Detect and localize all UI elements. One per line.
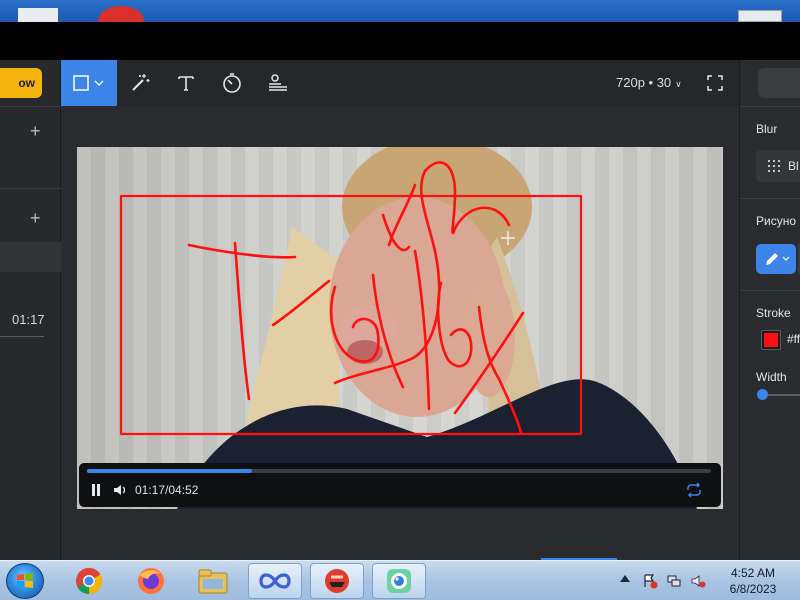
blur-option-label: Bl: [788, 159, 799, 173]
bandwidth-app-taskbar-button[interactable]: [310, 563, 364, 599]
drawing-section-title: Рисуно: [756, 214, 797, 228]
firefox-icon: [138, 568, 164, 594]
video-frame[interactable]: 01:17/04:52: [77, 147, 723, 509]
volume-icon[interactable]: [113, 483, 129, 497]
infinity-icon: [259, 573, 291, 589]
current-time: 01:17: [12, 312, 45, 327]
pause-icon[interactable]: [91, 483, 101, 497]
time-underline: [0, 336, 44, 337]
adjust-tool-button[interactable]: [255, 60, 301, 106]
taskbar: 4:52 AM 6/8/2023: [0, 560, 800, 600]
panel-top-button[interactable]: [758, 68, 800, 98]
stroke-color-swatch[interactable]: [761, 330, 781, 350]
properties-panel: Blur Bl Рисуно Stroke #ff Width: [739, 60, 800, 560]
divider: [0, 106, 61, 107]
show-hidden-icons-arrow[interactable]: [620, 575, 630, 582]
toolbar: 720p • 30 ∨: [61, 60, 739, 106]
screen-recorder-taskbar-button[interactable]: [372, 563, 426, 599]
desktop-window-edge-right: [738, 10, 782, 22]
stroke-hex-value[interactable]: #ff: [787, 332, 800, 346]
firefox-taskbar-button[interactable]: [124, 563, 178, 599]
playback-time: 01:17/04:52: [135, 483, 199, 497]
magic-wand-button[interactable]: [117, 60, 163, 106]
volume-muted-icon[interactable]: [690, 573, 706, 589]
selected-list-item[interactable]: [0, 242, 61, 272]
system-clock[interactable]: 4:52 AM 6/8/2023: [718, 565, 788, 597]
screen: ow + + 01:17 720p • 30 ∨ 01:17/04:52 Blu…: [0, 0, 800, 600]
start-button[interactable]: [6, 563, 44, 599]
seek-bar-progress: [87, 469, 253, 473]
width-label: Width: [756, 370, 787, 384]
chrome-icon: [76, 567, 103, 595]
text-icon: [178, 76, 194, 91]
pen-tool-button[interactable]: [756, 244, 796, 274]
chrome-taskbar-button[interactable]: [62, 563, 116, 599]
blur-option[interactable]: Bl: [756, 150, 800, 182]
primary-button[interactable]: ow: [0, 68, 42, 98]
divider: [740, 198, 800, 199]
fullscreen-button[interactable]: [697, 60, 733, 106]
fullscreen-icon: [707, 75, 723, 91]
timer-icon: [223, 73, 241, 93]
canvas-area: 01:17/04:52: [61, 106, 739, 560]
speed-tool-button[interactable]: [209, 60, 255, 106]
video-content: [119, 147, 697, 509]
rectangle-tool-button[interactable]: [61, 60, 117, 106]
bottom-bar: [61, 550, 739, 560]
stroke-label: Stroke: [756, 306, 791, 320]
add-icon[interactable]: +: [30, 209, 41, 227]
blur-grid-icon: [768, 160, 780, 172]
app-red-icon: [325, 569, 349, 593]
stamp-icon: [269, 74, 287, 91]
explorer-taskbar-button[interactable]: [186, 563, 240, 599]
add-icon[interactable]: +: [30, 122, 41, 140]
divider: [740, 106, 800, 107]
folder-icon: [198, 569, 228, 594]
recorder-app-icon: [387, 569, 411, 593]
editor-app: ow + + 01:17 720p • 30 ∨ 01:17/04:52 Blu…: [0, 60, 800, 560]
windows-logo-icon: [17, 573, 33, 588]
desktop-window-edge: [18, 8, 58, 22]
rectangle-select-icon: [73, 75, 104, 91]
infinity-app-taskbar-button[interactable]: [248, 563, 302, 599]
action-center-icon[interactable]: [642, 573, 658, 589]
magic-wand-icon: [132, 74, 150, 91]
blur-section-title: Blur: [756, 122, 778, 136]
desktop-background: [0, 0, 800, 36]
video-controls: 01:17/04:52: [79, 463, 721, 507]
clock-date: 6/8/2023: [729, 582, 777, 596]
loop-icon[interactable]: [685, 482, 703, 498]
window-title-bar: [0, 22, 800, 60]
width-slider-handle[interactable]: [757, 389, 768, 400]
quality-label: 720p • 30: [616, 75, 672, 90]
divider: [0, 188, 61, 189]
divider: [740, 290, 800, 291]
pencil-icon: [766, 253, 790, 265]
left-panel: ow + + 01:17: [0, 60, 61, 560]
network-icon[interactable]: [666, 573, 682, 589]
seek-bar[interactable]: [87, 469, 711, 473]
clock-time: 4:52 AM: [730, 566, 776, 580]
text-tool-button[interactable]: [163, 60, 209, 106]
chevron-down-icon: ∨: [675, 79, 682, 89]
quality-dropdown[interactable]: 720p • 30 ∨: [616, 60, 682, 106]
